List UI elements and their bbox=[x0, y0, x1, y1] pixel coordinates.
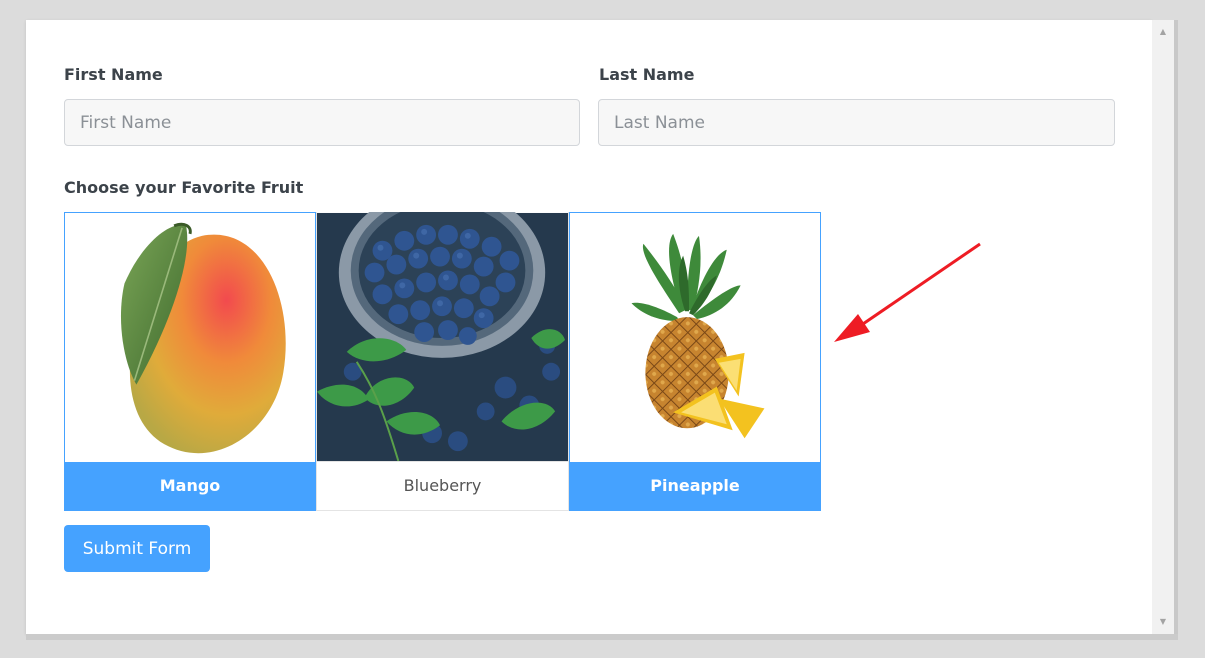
submit-form-button[interactable]: Submit Form bbox=[64, 525, 210, 572]
fruit-option-mango[interactable]: Mango bbox=[64, 212, 316, 511]
first-name-label: First Name bbox=[64, 65, 163, 84]
fruit-label-blueberry: Blueberry bbox=[317, 461, 568, 510]
last-name-input[interactable] bbox=[598, 99, 1115, 146]
first-name-input[interactable] bbox=[64, 99, 580, 146]
fruit-option-pineapple[interactable]: Pineapple bbox=[569, 212, 821, 511]
mango-image bbox=[120, 222, 286, 454]
scroll-up-icon[interactable]: ▲ bbox=[1152, 22, 1174, 42]
pineapple-image bbox=[631, 233, 765, 439]
window-frame-right bbox=[1174, 20, 1178, 640]
blueberry-image bbox=[317, 212, 568, 462]
fruit-option-blueberry[interactable]: Blueberry bbox=[316, 212, 569, 511]
last-name-label: Last Name bbox=[599, 65, 695, 84]
fruit-question-label: Choose your Favorite Fruit bbox=[64, 178, 304, 197]
fruit-label-mango: Mango bbox=[65, 462, 315, 510]
annotation-arrow bbox=[834, 242, 981, 342]
window-frame-bottom bbox=[26, 634, 1178, 640]
scroll-down-icon[interactable]: ▼ bbox=[1152, 612, 1174, 632]
vertical-scrollbar[interactable]: ▲ ▼ bbox=[1152, 20, 1174, 634]
fruit-label-pineapple: Pineapple bbox=[570, 462, 820, 510]
